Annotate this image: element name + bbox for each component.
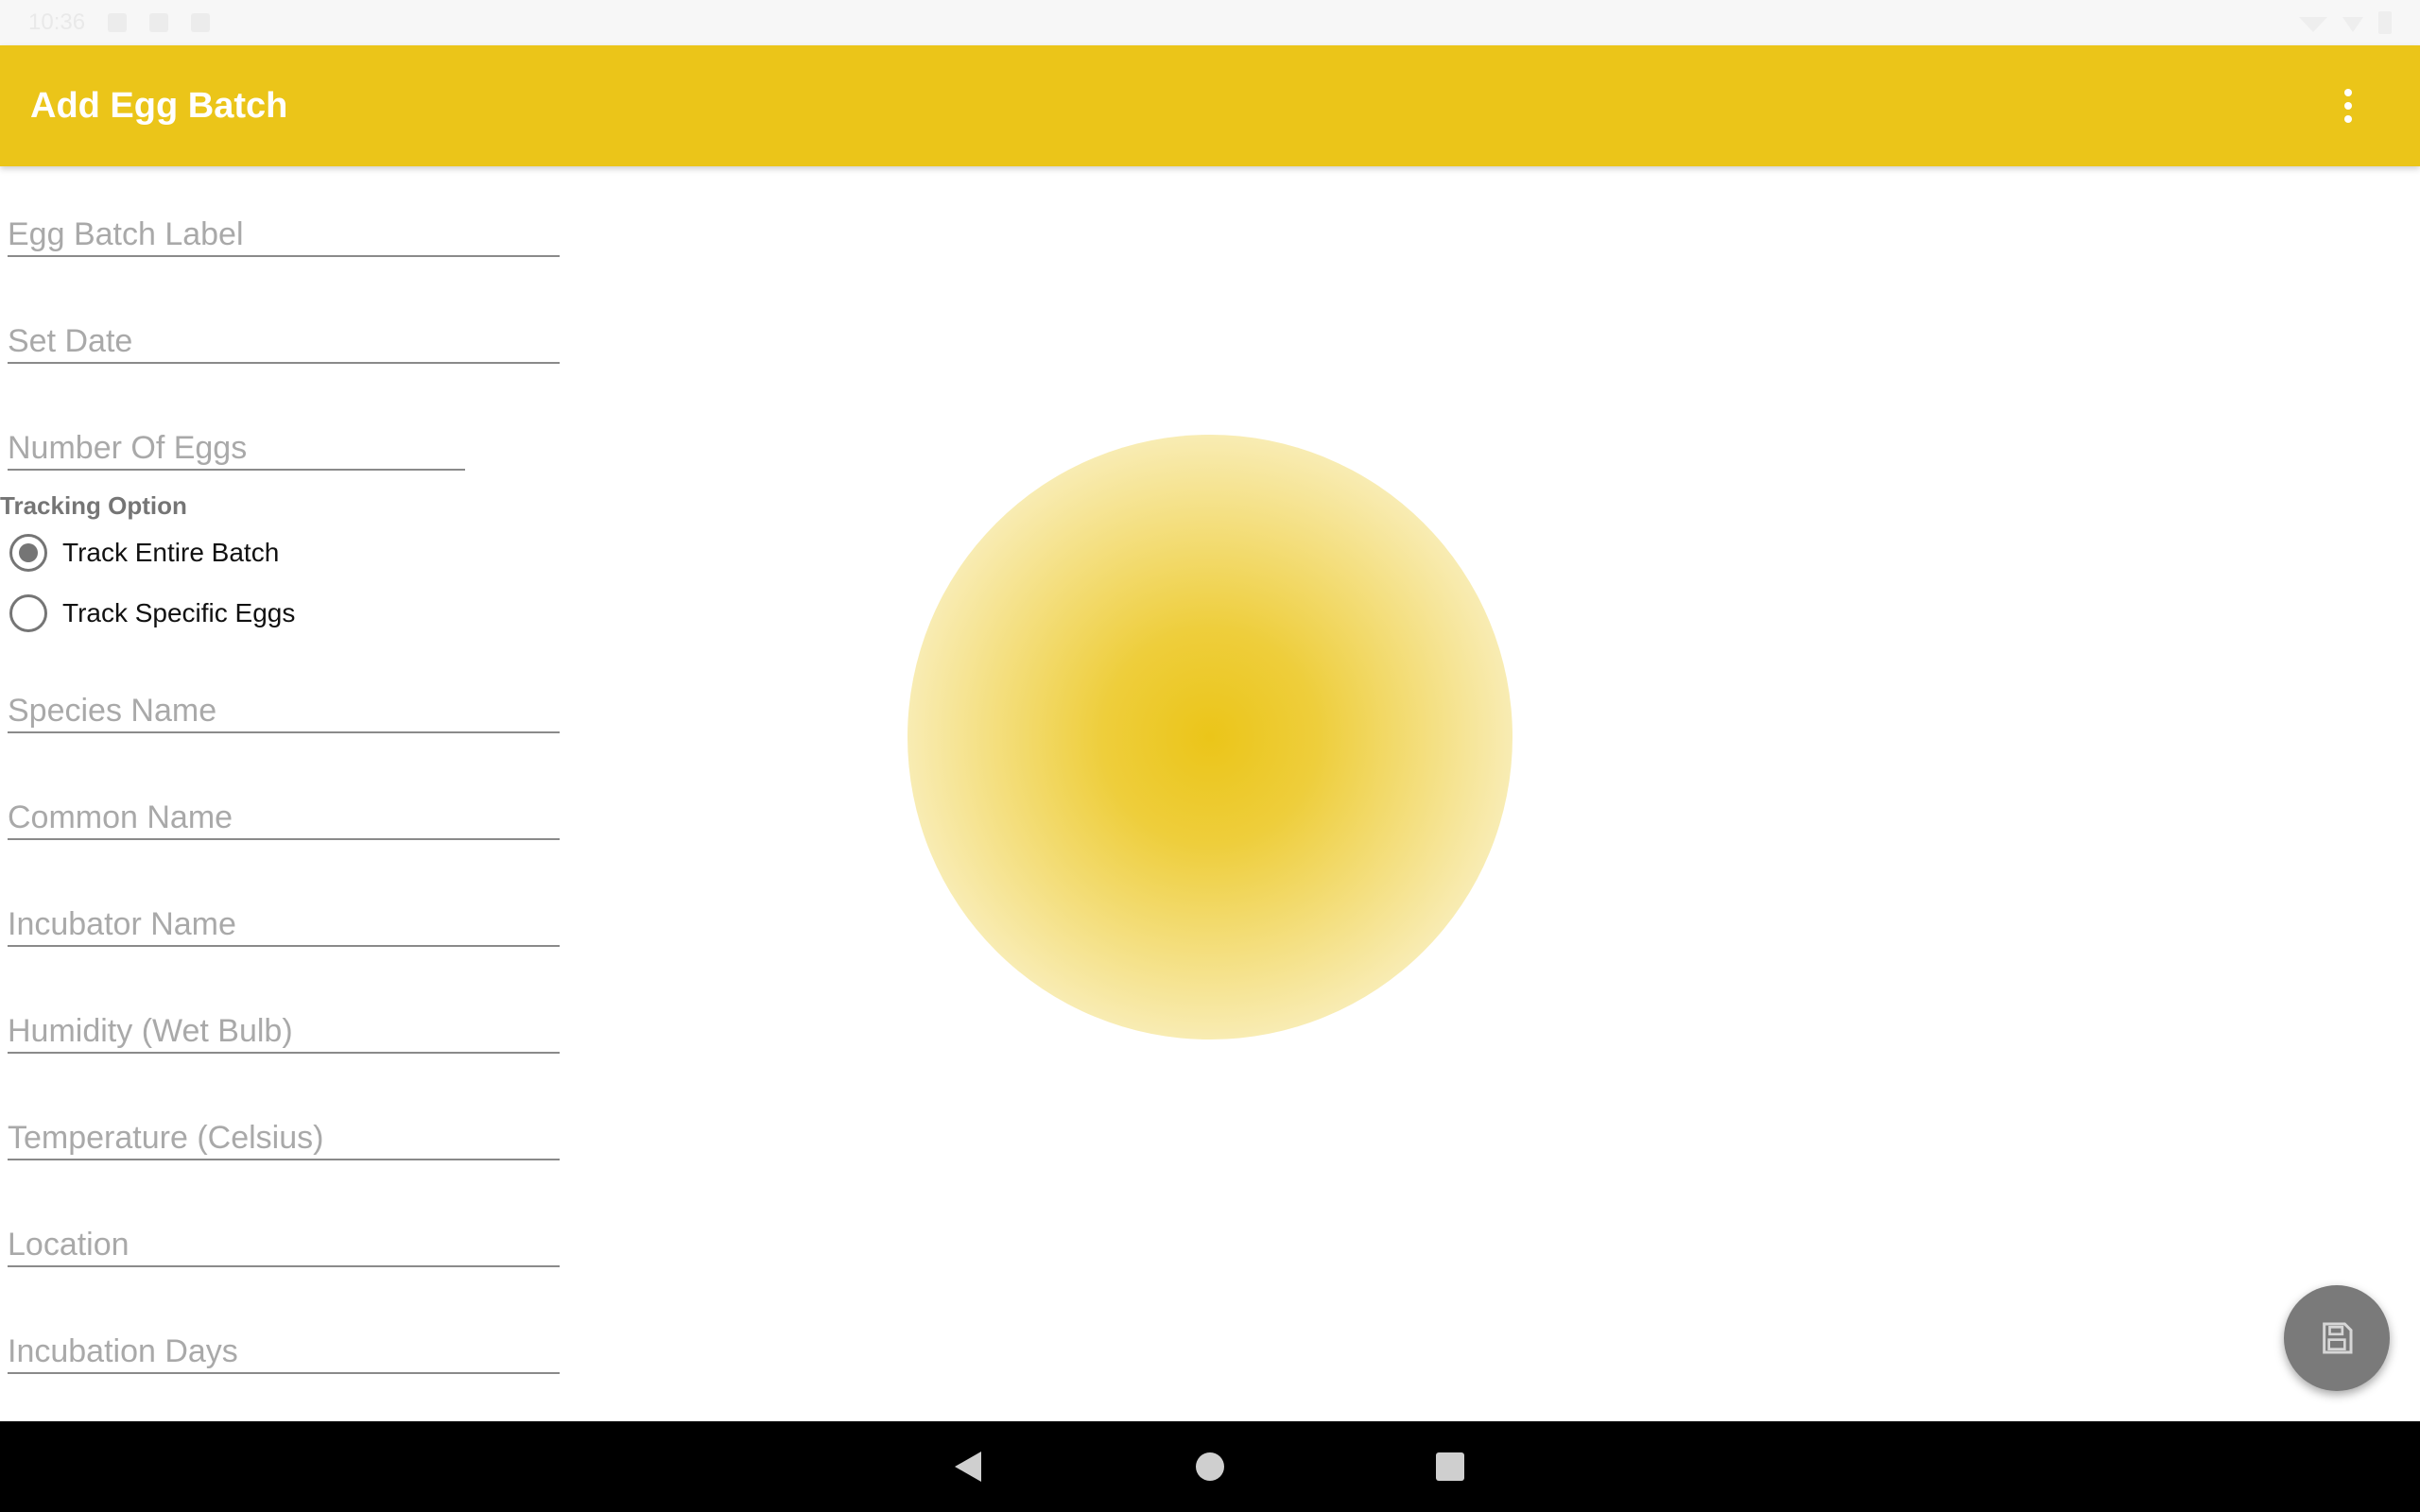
status-bar: 10:36 (0, 0, 2420, 45)
common-name-field[interactable] (8, 783, 560, 840)
radio-track-entire-batch[interactable]: Track Entire Batch (9, 528, 279, 577)
save-button[interactable] (2284, 1285, 2390, 1391)
set-date-input[interactable] (8, 307, 560, 362)
species-name-field[interactable] (8, 677, 560, 733)
tracking-option-label: Tracking Option (0, 491, 187, 520)
number-of-eggs-input[interactable] (8, 414, 465, 469)
status-system-icons (2299, 11, 2392, 34)
back-triangle-icon[interactable] (945, 1444, 991, 1489)
save-icon (2323, 1322, 2353, 1354)
temperature-input[interactable] (8, 1104, 560, 1159)
location-field[interactable] (8, 1211, 560, 1267)
set-date-field[interactable] (8, 307, 560, 364)
radio-label: Track Entire Batch (62, 538, 280, 567)
page-title: Add Egg Batch (30, 85, 288, 126)
app-bar: Add Egg Batch (0, 45, 2420, 166)
incubation-days-input[interactable] (8, 1317, 560, 1372)
incubator-name-input[interactable] (8, 890, 560, 945)
status-time: 10:36 (28, 9, 86, 35)
status-notification-icons (108, 13, 211, 32)
notification-icon (108, 13, 128, 32)
common-name-input[interactable] (8, 783, 560, 838)
recents-square-icon[interactable] (1427, 1444, 1473, 1489)
humidity-input[interactable] (8, 997, 560, 1052)
notification-icon (191, 13, 211, 32)
radio-label: Track Specific Eggs (62, 598, 296, 627)
system-navigation-bar (0, 1421, 2420, 1512)
radio-track-specific-eggs[interactable]: Track Specific Eggs (9, 589, 295, 638)
battery-icon (2378, 11, 2392, 34)
touch-ripple (908, 435, 1512, 1040)
wifi-icon (2299, 17, 2327, 32)
signal-icon (2342, 17, 2363, 32)
humidity-field[interactable] (8, 997, 560, 1054)
radio-unchecked-icon (9, 594, 47, 632)
egg-batch-label-input[interactable] (8, 200, 560, 255)
home-circle-icon[interactable] (1187, 1444, 1233, 1489)
number-of-eggs-field[interactable] (8, 414, 465, 471)
radio-checked-icon (9, 534, 47, 572)
incubator-name-field[interactable] (8, 890, 560, 947)
location-input[interactable] (8, 1211, 560, 1265)
egg-batch-label-field[interactable] (8, 200, 560, 257)
notification-icon (149, 13, 169, 32)
species-name-input[interactable] (8, 677, 560, 731)
more-vert-icon[interactable] (2322, 79, 2375, 132)
temperature-field[interactable] (8, 1104, 560, 1160)
incubation-days-field[interactable] (8, 1317, 560, 1374)
